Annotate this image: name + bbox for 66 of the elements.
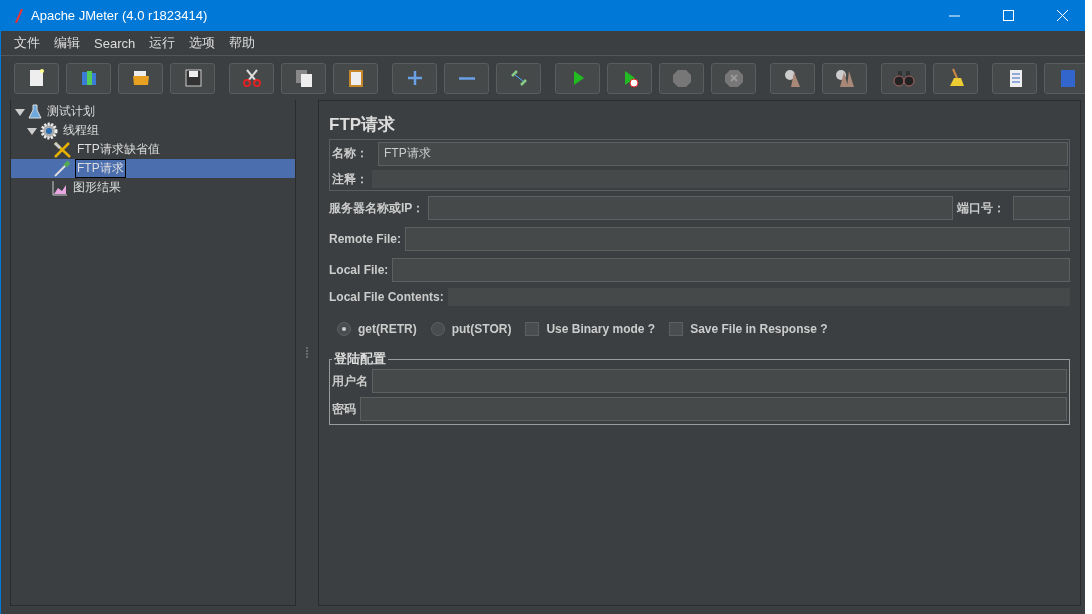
chart-icon — [52, 179, 68, 196]
toolbar-button[interactable] — [333, 62, 378, 94]
field-label: 注释： — [332, 170, 368, 188]
stop-icon — [670, 67, 693, 89]
checkbox[interactable] — [525, 322, 540, 336]
pipette-icon — [52, 159, 72, 178]
option-label: Save File in Response ? — [690, 322, 828, 336]
field-label: 端口号： — [957, 199, 1005, 217]
tree-item[interactable]: 测试计划 — [11, 102, 295, 121]
split-handle-icon[interactable] — [306, 347, 308, 359]
minus-icon — [458, 76, 475, 80]
tools-icon — [52, 140, 72, 159]
toolbar-button[interactable] — [14, 62, 59, 94]
panel-title: FTP请求 — [329, 113, 397, 136]
toolbar-button[interactable] — [170, 62, 215, 94]
menu-item[interactable]: 运行 — [142, 34, 183, 52]
remote-file-field[interactable] — [405, 227, 1070, 251]
port-field[interactable] — [1013, 196, 1070, 220]
option-label: put(STOR) — [451, 322, 512, 336]
flask-icon — [28, 103, 42, 120]
tree-item[interactable]: FTP请求缺省值 — [11, 140, 295, 159]
comment-field[interactable] — [372, 170, 1068, 188]
option-label: Use Binary mode ? — [546, 322, 656, 336]
expand-toggle-icon[interactable] — [27, 125, 37, 136]
menu-item[interactable]: 选项 — [182, 34, 223, 52]
field-label: Remote File: — [329, 232, 401, 246]
password-field[interactable] — [360, 397, 1067, 421]
menu-item[interactable]: 文件 — [7, 34, 47, 52]
local-file-field[interactable] — [392, 258, 1070, 282]
checkbox[interactable] — [669, 322, 684, 336]
shutdown-icon — [722, 67, 745, 89]
toolbar-button[interactable] — [933, 62, 978, 94]
toolbar-button[interactable] — [281, 62, 326, 94]
tree-item[interactable]: 线程组 — [11, 121, 295, 140]
menu-item[interactable]: 编辑 — [47, 34, 87, 52]
scissors-icon — [240, 67, 263, 89]
toolbar-button[interactable] — [118, 62, 163, 94]
username-field[interactable] — [372, 369, 1067, 393]
field-label: 服务器名称或IP： — [329, 199, 425, 217]
toolbar-button[interactable] — [822, 62, 867, 94]
menu-item[interactable]: Search — [87, 35, 143, 51]
toolbar-button[interactable] — [229, 62, 274, 94]
radio-button[interactable] — [337, 322, 351, 336]
menu-item[interactable]: 帮助 — [222, 34, 263, 52]
feather-icon — [15, 8, 23, 23]
toolbar-button[interactable] — [66, 62, 111, 94]
option-label: get(RETR) — [358, 322, 417, 336]
name-field[interactable]: FTP请求 — [378, 141, 1068, 166]
gear-icon — [40, 121, 58, 140]
field-label: Local File: — [329, 263, 389, 277]
tree-item[interactable]: FTP请求 — [11, 159, 295, 178]
field-label: 名称： — [332, 145, 368, 162]
field-label: 密码 — [332, 400, 356, 418]
group-title: 登陆配置 — [333, 350, 387, 368]
window-title: Apache JMeter (4.0 r1823414) — [31, 8, 209, 23]
field-label: Local File Contents: — [329, 290, 444, 304]
toolbar-button[interactable] — [770, 62, 815, 94]
expand-toggle-icon[interactable] — [15, 106, 25, 117]
toolbar-button[interactable] — [992, 62, 1037, 94]
server-field[interactable] — [428, 196, 953, 220]
radio-button[interactable] — [430, 322, 445, 336]
toolbar-button[interactable] — [607, 62, 652, 94]
close-icon — [1056, 10, 1068, 21]
tree-item[interactable]: 图形结果 — [11, 178, 295, 197]
field-label: 用户名 — [332, 372, 368, 390]
maximize-icon — [1002, 10, 1014, 21]
